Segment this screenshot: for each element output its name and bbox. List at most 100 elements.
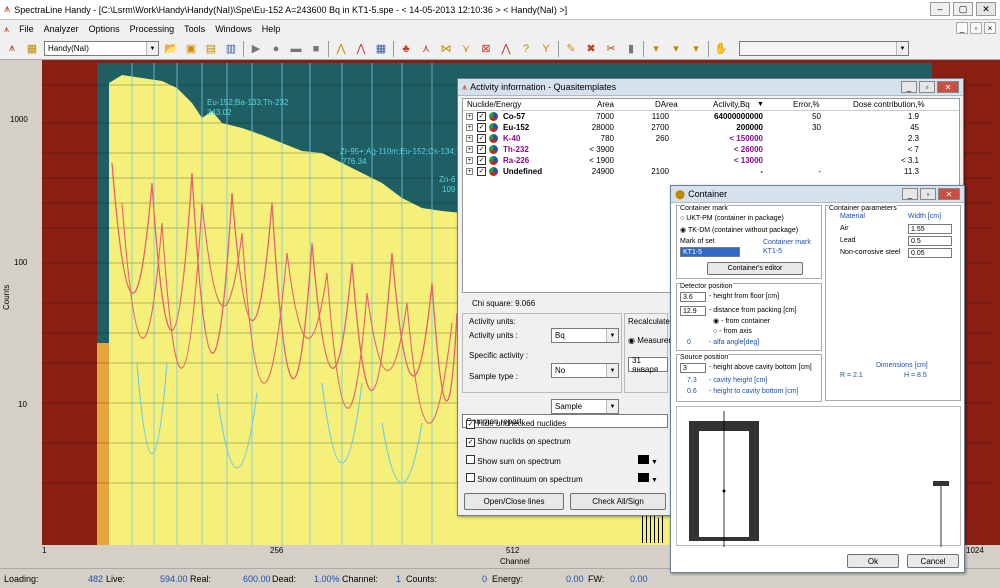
- table-row[interactable]: + ✓ Ra-226 < 1900 < 13000 < 3.1: [463, 155, 959, 166]
- mdi-close-button[interactable]: ×: [984, 22, 996, 34]
- col-error[interactable]: Error,%: [793, 100, 820, 109]
- peaks-icon[interactable]: ⋀: [333, 41, 349, 57]
- container-title-bar[interactable]: ⬤ Container _ ▫ ✕: [671, 186, 964, 203]
- maximize-button[interactable]: ▢: [953, 2, 973, 16]
- menu-tools[interactable]: Tools: [184, 24, 205, 34]
- close-button[interactable]: ✕: [976, 2, 996, 16]
- cancel-button[interactable]: Cancel: [907, 554, 959, 568]
- query-icon[interactable]: ?: [518, 41, 534, 57]
- delete-icon[interactable]: ✖: [583, 41, 599, 57]
- nuclide-checkbox[interactable]: ✓: [477, 123, 486, 132]
- table-row[interactable]: + ✓ Undefined 24900 2100 - - 11.3: [463, 166, 959, 177]
- peak-search-icon[interactable]: ⋏: [418, 41, 434, 57]
- table-row[interactable]: + ✓ Co-57 7000 1100 64000000000 50 1.9: [463, 111, 959, 122]
- col-darea[interactable]: DArea: [655, 100, 678, 109]
- graph-icon[interactable]: ⊠: [478, 41, 494, 57]
- hide-unchecked-option[interactable]: ✓ Hide unchecked nuclides: [466, 419, 566, 429]
- col-dose[interactable]: Dose contribution,%: [853, 100, 925, 109]
- menu-windows[interactable]: Windows: [215, 24, 252, 34]
- nuclide-checkbox[interactable]: ✓: [477, 156, 486, 165]
- nuclide-checkbox[interactable]: ✓: [477, 134, 486, 143]
- material-width[interactable]: 0.05: [908, 248, 952, 258]
- clear-icon[interactable]: ■: [308, 41, 324, 57]
- folder-icon[interactable]: ▮: [623, 41, 639, 57]
- play-icon[interactable]: ▶: [248, 41, 264, 57]
- menu-options[interactable]: Options: [89, 24, 120, 34]
- table-row[interactable]: + ✓ Eu-152 28000 2700 200000 30 45: [463, 122, 959, 133]
- activity-maximize-button[interactable]: ▫: [919, 81, 935, 93]
- table-row[interactable]: + ✓ Th-232 < 3900 < 26000 < 7: [463, 144, 959, 155]
- radio-tk-dm[interactable]: ◉ TK-DM (container without package): [680, 226, 798, 234]
- expand-icon[interactable]: +: [466, 157, 473, 164]
- expand-icon[interactable]: +: [466, 168, 473, 175]
- record-icon[interactable]: ●: [268, 41, 284, 57]
- show-nuclids-option[interactable]: ✓ Show nuclids on spectrum: [466, 437, 571, 447]
- activity-minimize-button[interactable]: _: [901, 81, 917, 93]
- nuclide-checkbox[interactable]: ✓: [477, 167, 486, 176]
- show-sum-color-swatch[interactable]: ▼: [638, 455, 658, 466]
- edit-icon[interactable]: ✎: [563, 41, 579, 57]
- save-icon[interactable]: ▣: [183, 41, 199, 57]
- source-height-input[interactable]: 3: [680, 363, 706, 373]
- dropdown-1-icon[interactable]: ▾: [648, 41, 664, 57]
- open-icon[interactable]: 📂: [163, 41, 179, 57]
- expand-icon[interactable]: +: [466, 146, 473, 153]
- ok-button[interactable]: Ok: [847, 554, 899, 568]
- show-continuum-color-swatch[interactable]: ▼: [638, 473, 658, 484]
- col-area[interactable]: Area: [597, 100, 614, 109]
- menu-analyzer[interactable]: Analyzer: [44, 24, 79, 34]
- col-nuclide[interactable]: Nuclide/Energy: [467, 100, 521, 109]
- print-icon[interactable]: ▤: [203, 41, 219, 57]
- minimize-button[interactable]: –: [930, 2, 950, 16]
- show-sum-checkbox[interactable]: [466, 455, 475, 464]
- measurement-radio[interactable]: ◉ Measurem: [628, 336, 675, 345]
- activity-units-select[interactable]: Bq ▼: [551, 328, 619, 343]
- show-continuum-option[interactable]: Show continuum on spectrum: [466, 473, 583, 484]
- hand-icon[interactable]: ✋: [713, 41, 729, 57]
- material-row[interactable]: Non-corrosive steel 0.05: [826, 248, 960, 259]
- expand-icon[interactable]: +: [466, 113, 473, 120]
- container-maximize-button[interactable]: ▫: [920, 188, 936, 200]
- radio-from-axis[interactable]: ○ - from axis: [713, 328, 752, 335]
- container-close-button[interactable]: ✕: [938, 188, 960, 200]
- mdi-minimize-button[interactable]: _: [956, 22, 968, 34]
- device-select[interactable]: Handy(NaI) ▼: [44, 41, 159, 56]
- menu-processing[interactable]: Processing: [130, 24, 175, 34]
- material-row[interactable]: Lead 0.5: [826, 236, 960, 247]
- check-all-button[interactable]: Check All/Sign: [570, 493, 666, 510]
- nuclide-checkbox[interactable]: ✓: [477, 112, 486, 121]
- calibration-icon[interactable]: ⋈: [438, 41, 454, 57]
- cut-icon[interactable]: ✂: [603, 41, 619, 57]
- dropdown-2-icon[interactable]: ▾: [668, 41, 684, 57]
- show-sum-option[interactable]: Show sum on spectrum: [466, 455, 561, 466]
- date-picker[interactable]: 31 января: [628, 356, 668, 374]
- col-activity[interactable]: Activity,Bq: [713, 100, 750, 109]
- stop-icon[interactable]: ▬: [288, 41, 304, 57]
- nuclide-checkbox[interactable]: ✓: [477, 145, 486, 154]
- open-close-lines-button[interactable]: Open/Close lines: [464, 493, 564, 510]
- distance-input[interactable]: 12.9: [680, 306, 706, 316]
- mark-of-set-select[interactable]: KT1-5: [680, 247, 740, 257]
- sample-type-select[interactable]: Sample ▼: [551, 399, 619, 414]
- mdi-restore-button[interactable]: ▫: [970, 22, 982, 34]
- peaks-red-icon[interactable]: ⋀: [353, 41, 369, 57]
- area-icon[interactable]: ⋀: [498, 41, 514, 57]
- empty-select[interactable]: ▼: [739, 41, 909, 56]
- nuclide-icon[interactable]: ♣: [398, 41, 414, 57]
- activity-close-button[interactable]: ✕: [937, 81, 959, 93]
- report-icon[interactable]: ▦: [373, 41, 389, 57]
- show-continuum-checkbox[interactable]: [466, 473, 475, 482]
- show-nuclids-checkbox[interactable]: ✓: [466, 438, 475, 447]
- radio-from-container[interactable]: ◉ - from container: [713, 317, 770, 325]
- material-width[interactable]: 1.55: [908, 224, 952, 234]
- container-minimize-button[interactable]: _: [902, 188, 918, 200]
- expand-icon[interactable]: +: [466, 135, 473, 142]
- radio-ukt-pm[interactable]: ○ UKT-PM (container in package): [680, 215, 784, 222]
- layout-icon[interactable]: ▥: [223, 41, 239, 57]
- material-row[interactable]: Air 1.55: [826, 224, 960, 235]
- menu-file[interactable]: File: [19, 24, 34, 34]
- activity-title-bar[interactable]: ⩚ Activity information - Quasitemplates …: [458, 79, 963, 96]
- material-width[interactable]: 0.5: [908, 236, 952, 246]
- menu-help[interactable]: Help: [262, 24, 281, 34]
- specific-activity-select[interactable]: No ▼: [551, 363, 619, 378]
